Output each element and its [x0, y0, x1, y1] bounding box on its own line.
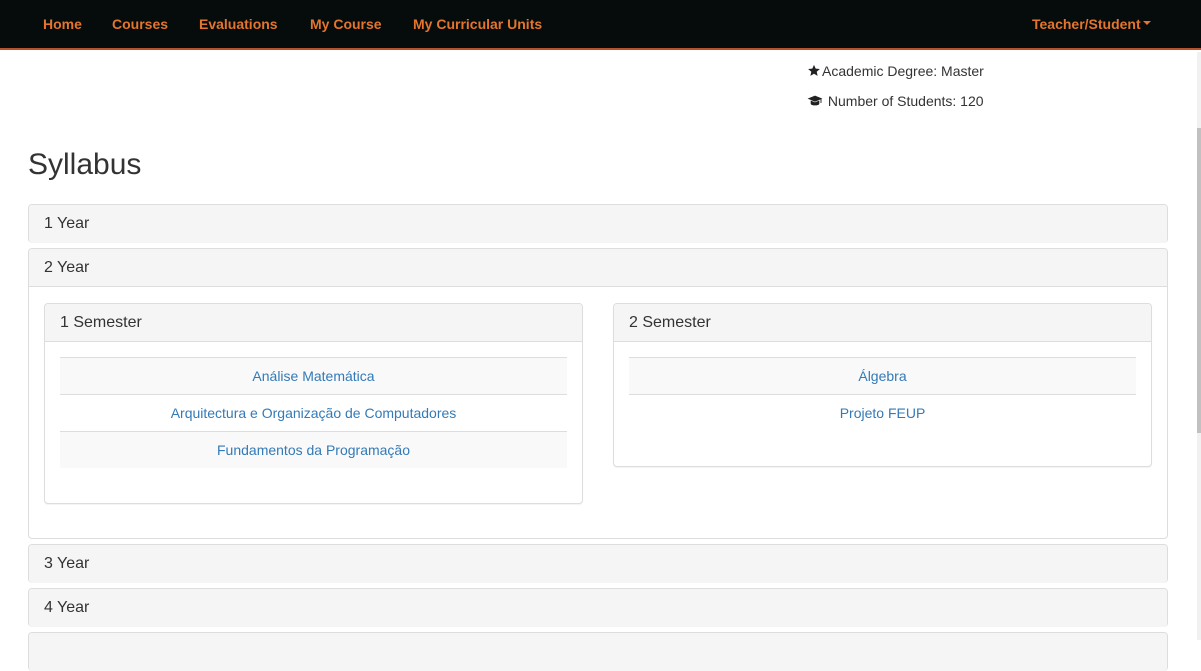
semester-panel: 1 Semester Análise Matemática Arquitectu…	[44, 303, 583, 504]
year-panel: 4 Year	[28, 588, 1168, 627]
graduation-cap-icon	[807, 95, 823, 106]
nav-home[interactable]: Home	[43, 16, 82, 32]
year-panel: 3 Year	[28, 544, 1168, 583]
year-panel: 2 Year 1 Semester Análise Matemática Arq…	[28, 248, 1168, 539]
year-panel-heading[interactable]: 3 Year	[29, 545, 1167, 583]
list-item: Projeto FEUP	[629, 394, 1136, 431]
year-panel-heading[interactable]: 4 Year	[29, 589, 1167, 627]
curricular-unit-link[interactable]: Arquitectura e Organização de Computador…	[171, 405, 457, 421]
top-navbar: Home Courses Evaluations My Course My Cu…	[0, 0, 1201, 50]
user-menu-label: Teacher/Student	[1032, 16, 1141, 32]
curricular-unit-link[interactable]: Fundamentos da Programação	[217, 442, 410, 458]
list-item: Arquitectura e Organização de Computador…	[60, 394, 567, 431]
year-panel-heading[interactable]: 1 Year	[29, 205, 1167, 243]
semester-panel-heading: 2 Semester	[614, 304, 1151, 342]
curricular-units-list: Análise Matemática Arquitectura e Organi…	[45, 342, 582, 468]
user-menu-dropdown[interactable]: Teacher/Student	[1032, 16, 1151, 32]
curricular-units-list: Álgebra Projeto FEUP	[614, 342, 1151, 431]
list-item: Álgebra	[629, 357, 1136, 394]
page-scrollbar-thumb[interactable]	[1197, 128, 1201, 433]
list-item: Análise Matemática	[60, 357, 567, 394]
list-item: Fundamentos da Programação	[60, 431, 567, 468]
caret-down-icon	[1142, 21, 1151, 26]
academic-degree-info: Academic Degree: Master	[807, 63, 984, 79]
number-of-students-text: Number of Students: 120	[827, 93, 984, 109]
nav-my-course[interactable]: My Course	[310, 16, 382, 32]
academic-degree-text: Academic Degree: Master	[822, 63, 984, 79]
nav-courses[interactable]: Courses	[112, 16, 168, 32]
year-panel: 1 Year	[28, 204, 1168, 243]
year-panel-heading[interactable]: 2 Year	[29, 249, 1167, 287]
star-icon	[808, 64, 820, 76]
semester-panel-heading: 1 Semester	[45, 304, 582, 342]
nav-evaluations[interactable]: Evaluations	[199, 16, 278, 32]
curricular-unit-link[interactable]: Análise Matemática	[252, 368, 374, 384]
year-panel-heading[interactable]	[29, 633, 1167, 671]
page-title: Syllabus	[28, 148, 142, 181]
curricular-unit-link[interactable]: Álgebra	[858, 368, 906, 384]
year-panel	[28, 632, 1168, 671]
semester-panel: 2 Semester Álgebra Projeto FEUP	[613, 303, 1152, 467]
curricular-unit-link[interactable]: Projeto FEUP	[840, 405, 926, 421]
nav-my-curricular-units[interactable]: My Curricular Units	[413, 16, 542, 32]
number-of-students-info: Number of Students: 120	[807, 93, 984, 109]
